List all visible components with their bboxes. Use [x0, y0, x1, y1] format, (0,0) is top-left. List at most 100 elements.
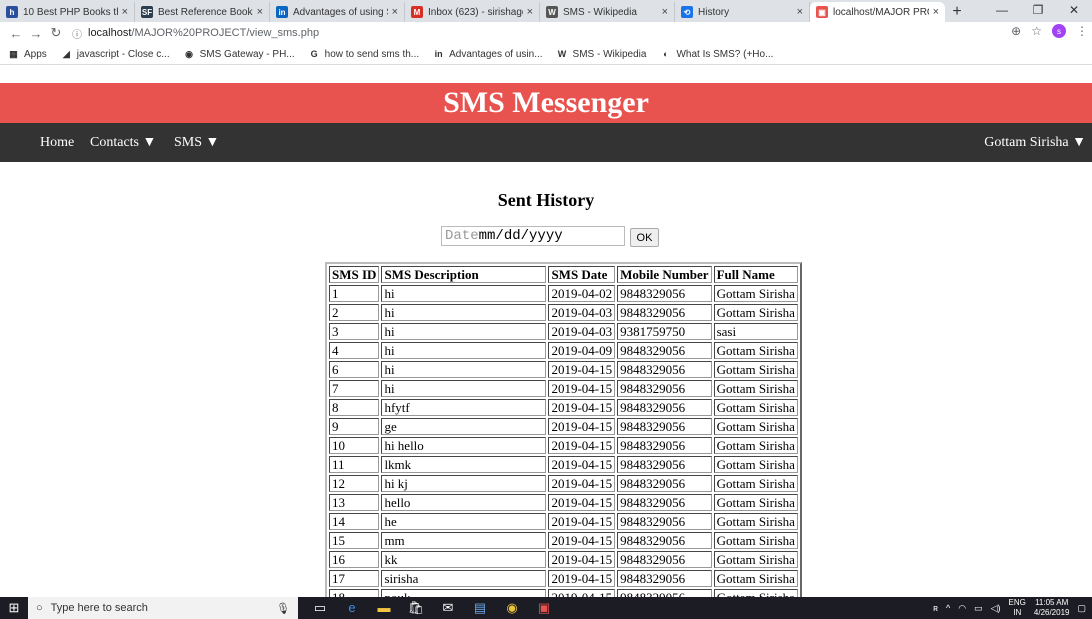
task-view-icon[interactable]: ▭: [310, 600, 330, 616]
bookmark-icon: ▦: [9, 48, 18, 59]
zoom-icon[interactable]: ⊕: [1011, 24, 1021, 38]
table-cell: 2019-04-15: [548, 494, 616, 511]
profile-avatar[interactable]: s: [1052, 24, 1066, 38]
tab-close-icon[interactable]: ×: [527, 6, 533, 18]
bookmark-icon: ◢: [62, 48, 70, 59]
tab-favicon-icon: ⟲: [681, 6, 693, 18]
chrome-icon[interactable]: ◉: [502, 600, 522, 616]
table-cell: 9848329056: [617, 418, 712, 435]
tab-close-icon[interactable]: ×: [933, 6, 939, 18]
url-field[interactable]: ⓘ localhost /MAJOR%20PROJECT/view_sms.ph…: [72, 26, 319, 41]
table-cell: 9848329056: [617, 342, 712, 359]
clock-time: 11:05 AM: [1035, 598, 1069, 607]
clock[interactable]: 11:05 AM 4/26/2019: [1034, 598, 1070, 618]
table-cell: 9848329056: [617, 437, 712, 454]
tab-close-icon[interactable]: ×: [392, 6, 398, 18]
bookmark-item[interactable]: W SMS - Wikipedia: [557, 49, 647, 60]
minimize-icon[interactable]: —: [984, 0, 1020, 22]
table-row: 12 hi kj 2019-04-15 9848329056 Gottam Sirish…: [329, 475, 798, 492]
url-host: localhost: [88, 27, 132, 39]
sent-history-table: SMS ID SMS Description SMS Date Mobile N…: [325, 262, 802, 610]
column-header: SMS ID: [329, 266, 380, 283]
table-cell: Gottam Sirisha: [713, 532, 798, 549]
tab-favicon-icon: M: [411, 6, 423, 18]
forward-icon[interactable]: →: [26, 26, 46, 41]
table-cell: hi: [381, 361, 547, 378]
table-cell: Gottam Sirisha: [713, 456, 798, 473]
nav-contacts-dropdown[interactable]: Contacts ▼: [90, 135, 156, 151]
ok-button[interactable]: OK: [630, 228, 659, 247]
microphone-icon[interactable]: 🎙: [276, 602, 290, 615]
table-cell: 9381759750: [617, 323, 712, 340]
browser-tab[interactable]: M Inbox (623) - sirishagot ×: [405, 2, 540, 22]
volume-icon[interactable]: ◁): [991, 603, 1001, 614]
bookmark-item[interactable]: ◢ javascript - Close c...: [61, 49, 170, 60]
battery-icon[interactable]: ▭: [974, 603, 983, 614]
column-header: SMS Date: [548, 266, 616, 283]
browser-tab[interactable]: ▣ localhost/MAJOR PRO ×: [810, 2, 945, 22]
table-cell: sirisha: [381, 570, 547, 587]
info-icon[interactable]: ⓘ: [72, 26, 82, 41]
browser-tab[interactable]: W SMS - Wikipedia ×: [540, 2, 675, 22]
file-explorer-icon[interactable]: ▬: [374, 600, 394, 616]
close-window-icon[interactable]: ✕: [1056, 0, 1092, 22]
notes-icon[interactable]: ▤: [470, 600, 490, 616]
table-cell: 2019-04-15: [548, 475, 616, 492]
nav-home[interactable]: Home: [40, 135, 74, 151]
browser-tab[interactable]: SF Best Reference Books - ×: [135, 2, 270, 22]
app-icon[interactable]: ▣: [534, 600, 554, 616]
tab-close-icon[interactable]: ×: [122, 6, 128, 18]
table-cell: 2019-04-15: [548, 437, 616, 454]
table-cell: Gottam Sirisha: [713, 361, 798, 378]
bookmark-label: Apps: [24, 48, 47, 60]
table-header-row: SMS ID SMS Description SMS Date Mobile N…: [329, 266, 798, 283]
new-tab-button[interactable]: +: [945, 2, 969, 22]
table-cell: 2019-04-15: [548, 551, 616, 568]
tab-close-icon[interactable]: ×: [797, 6, 803, 18]
table-cell: 9848329056: [617, 513, 712, 530]
table-row: 10 hi hello 2019-04-15 9848329056 Gottam Sir…: [329, 437, 798, 454]
wifi-icon[interactable]: ◠: [958, 603, 966, 614]
bookmark-item[interactable]: ◐ What Is SMS? (+Ho...: [660, 49, 773, 60]
table-cell: 7: [329, 380, 380, 397]
table-row: 4 hi 2019-04-09 9848329056 Gottam Sirisha: [329, 342, 798, 359]
tray-chevron-icon[interactable]: ^: [946, 603, 950, 613]
language-indicator[interactable]: ENG IN: [1009, 598, 1026, 618]
edge-icon[interactable]: e: [342, 600, 362, 616]
bookmark-star-icon[interactable]: ☆: [1031, 24, 1042, 38]
tab-close-icon[interactable]: ×: [257, 6, 263, 18]
browser-tab[interactable]: h 10 Best PHP Books tha ×: [0, 2, 135, 22]
bookmarks-bar: ▦ Apps ◢ javascript - Close c... ◉ SMS Gatewa…: [0, 44, 1092, 65]
table-cell: hi hello: [381, 437, 547, 454]
bookmark-label: SMS Gateway - PH...: [199, 48, 295, 60]
column-header: SMS Description: [381, 266, 547, 283]
notifications-icon[interactable]: ▢: [1077, 603, 1086, 614]
table-cell: mm: [381, 532, 547, 549]
nav-user-dropdown[interactable]: Gottam Sirisha ▼: [984, 135, 1086, 151]
restore-icon[interactable]: ❐: [1020, 0, 1056, 22]
tab-title: Best Reference Books -: [158, 6, 253, 18]
date-input[interactable]: Date mm/dd/yyyy: [441, 226, 625, 246]
people-icon[interactable]: ʀ: [933, 603, 938, 613]
table-cell: 15: [329, 532, 380, 549]
bookmark-item[interactable]: in Advantages of usin...: [433, 49, 543, 60]
bookmark-item[interactable]: Ghow to send sms th...: [309, 49, 420, 60]
reload-icon[interactable]: ↻: [46, 25, 66, 41]
table-cell: 10: [329, 437, 380, 454]
locale-code: IN: [1013, 608, 1022, 617]
menu-icon[interactable]: ⋮: [1076, 24, 1088, 38]
store-icon[interactable]: 🛍: [406, 600, 426, 616]
bookmark-item[interactable]: ▦ Apps: [8, 49, 47, 60]
table-cell: Gottam Sirisha: [713, 513, 798, 530]
site-banner: SMS Messenger: [0, 83, 1092, 123]
nav-sms-dropdown[interactable]: SMS ▼: [174, 135, 219, 151]
bookmark-item[interactable]: ◉ SMS Gateway - PH...: [184, 48, 295, 60]
browser-tab[interactable]: ⟲ History ×: [675, 2, 810, 22]
tab-close-icon[interactable]: ×: [662, 6, 668, 18]
taskbar-search-box[interactable]: ○ Type here to search 🎙: [28, 597, 298, 619]
back-icon[interactable]: ←: [6, 26, 26, 41]
table-cell: Gottam Sirisha: [713, 418, 798, 435]
mail-icon[interactable]: ✉: [438, 600, 458, 616]
browser-tab[interactable]: in Advantages of using S ×: [270, 2, 405, 22]
windows-start-icon[interactable]: ⊞: [0, 600, 28, 616]
